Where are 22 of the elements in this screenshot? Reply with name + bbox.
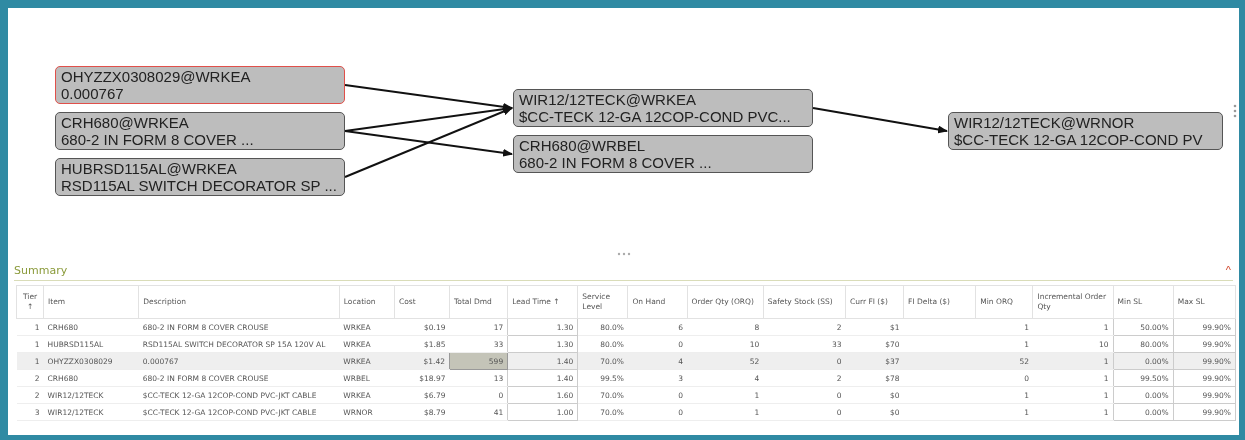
diagram-node[interactable]: WIR12/12TECK@WRNOR $CC-TECK 12-GA 12COP-COND PV (948, 112, 1223, 150)
resize-handle-icon[interactable] (616, 252, 631, 256)
node-description: $CC-TECK 12-GA 12COP-COND PV (954, 131, 1204, 148)
node-title: CRH680@WRKEA (61, 114, 190, 131)
section-title: Summary (14, 263, 68, 277)
node-description: 0.000767 (61, 85, 125, 102)
diagram-node[interactable]: OHYZZX0308029@WRKEA 0.000767 (55, 66, 345, 104)
node-title: HUBRSD115AL@WRKEA (61, 160, 238, 177)
diagram-node[interactable]: CRH680@WRBEL 680-2 IN FORM 8 COVER ... (513, 135, 813, 173)
node-description: 680-2 IN FORM 8 COVER ... (519, 154, 713, 171)
node-title: OHYZZX0308029@WRKEA (61, 68, 252, 85)
node-description: RSD115AL SWITCH DECORATOR SP ... (61, 177, 338, 194)
node-title: WIR12/12TECK@WRKEA (519, 91, 697, 108)
node-description: 680-2 IN FORM 8 COVER ... (61, 131, 255, 148)
node-title: CRH680@WRBEL (519, 137, 647, 154)
diagram-node[interactable]: CRH680@WRKEA 680-2 IN FORM 8 COVER ... (55, 112, 345, 150)
more-icon[interactable] (1233, 104, 1237, 118)
diagram-node[interactable]: HUBRSD115AL@WRKEA RSD115AL SWITCH DECORATOR SP ... (55, 158, 345, 196)
diagram-node[interactable]: WIR12/12TECK@WRKEA $CC-TECK 12-GA 12COP-COND PVC... (513, 89, 813, 127)
node-description: $CC-TECK 12-GA 12COP-COND PVC... (519, 108, 792, 125)
collapse-button[interactable]: ^ (1223, 264, 1233, 276)
node-title: WIR12/12TECK@WRNOR (954, 114, 1136, 131)
